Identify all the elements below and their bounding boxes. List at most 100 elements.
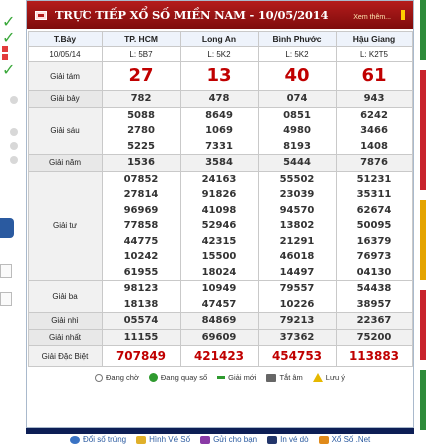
prize-number: 27 — [128, 65, 154, 86]
prize-cell: 454753 — [257, 345, 337, 367]
dot-icon — [10, 96, 18, 104]
prize-cell: 55502 23039 94570 13802 21291 46018 14497 — [257, 170, 337, 281]
prize-label: Giải nhì — [27, 312, 103, 330]
nav-label: Hình Vé Số — [149, 435, 191, 444]
prize-number: 707849 — [115, 349, 167, 363]
prize-number: 421423 — [193, 349, 245, 363]
prize-number: 79213 — [279, 315, 315, 326]
legend-label: Giải mới — [228, 373, 257, 382]
dot-icon — [10, 142, 18, 150]
prize-cell: 22367 — [335, 312, 413, 330]
spinning-icon — [148, 373, 158, 382]
check-icon: ✓ — [2, 28, 16, 47]
province-link-hcm[interactable]: TP. HCM — [101, 31, 181, 47]
prize-number: 13802 — [279, 220, 315, 231]
nav-check-numbers[interactable]: Đổi số trúng — [70, 435, 126, 444]
prize-number: 0851 — [283, 109, 311, 121]
prize-number: 62674 — [356, 204, 392, 216]
panel-header: TRỰC TIẾP XỔ SỐ MIỀN NAM - 10/05/2014 Xe… — [27, 1, 413, 29]
prize-row: Giải tám 27 13 40 61 — [27, 61, 413, 91]
prize-number: 69609 — [201, 331, 237, 343]
prize-number: 75200 — [356, 331, 392, 343]
ticket-code: L: K2T5 — [335, 46, 413, 62]
nav-label: Xổ Số .Net — [331, 435, 371, 444]
prize-number: 1069 — [205, 125, 233, 136]
prize-number: 454753 — [271, 349, 323, 363]
nav-send-friend[interactable]: Gửi cho bạn — [200, 435, 257, 444]
side-tab[interactable] — [0, 218, 14, 238]
screen-icon — [266, 373, 277, 382]
flag-icon — [35, 10, 47, 20]
province-link-longan[interactable]: Long An — [179, 31, 259, 47]
prize-cell: 11155 — [101, 328, 181, 346]
panel-title: TRỰC TIẾP XỔ SỐ MIỀN NAM - 10/05/2014 — [55, 8, 329, 22]
prize-cell: 75200 — [335, 328, 413, 346]
prize-number: 4980 — [283, 125, 311, 136]
prize-number: 37362 — [279, 331, 315, 343]
nav-print-ticket[interactable]: In vé dò — [267, 435, 309, 444]
mute-toggle[interactable]: Tắt âm — [266, 373, 303, 382]
prize-cell: 79213 — [257, 312, 337, 330]
globe-icon — [70, 435, 80, 444]
prize-number: 5225 — [127, 140, 155, 152]
prize-number: 07852 — [123, 173, 159, 185]
prize-number: 18138 — [123, 298, 159, 310]
prize-number: 15500 — [201, 251, 237, 262]
prize-row: Giải ba 98123 18138 10949 47457 79557 10226 544… — [27, 280, 413, 313]
prize-cell: 37362 — [257, 328, 337, 346]
prize-number: 05574 — [123, 315, 159, 326]
note-link[interactable]: Lưu ý — [312, 373, 345, 382]
prize-number: 47457 — [201, 298, 237, 310]
province-link-binhphuoc[interactable]: Bình Phước — [257, 31, 337, 47]
legend-label: Lưu ý — [325, 373, 345, 382]
warning-icon — [312, 373, 323, 382]
prize-cell: 074 — [257, 90, 337, 108]
more-link[interactable]: Xem thêm... — [353, 14, 391, 21]
legend-label: Đang quay số — [160, 373, 208, 382]
results-table: T.Bảy TP. HCM Long An Bình Phước Hậu Gia… — [27, 31, 413, 367]
left-page-edge: ✓ ✓ ✓ — [0, 0, 24, 445]
prize-number: 61 — [361, 65, 387, 86]
legend-item: Giải mới — [217, 373, 256, 382]
prize-number: 77858 — [123, 220, 159, 231]
side-input[interactable] — [0, 292, 12, 306]
prize-label: Giải tám — [27, 61, 103, 91]
prize-cell: 27 — [101, 61, 181, 91]
prize-number: 44775 — [123, 235, 159, 247]
prize-cell: 40 — [257, 61, 337, 91]
red-marker — [2, 46, 8, 52]
prize-number: 1536 — [127, 157, 155, 168]
prize-label: Giải sáu — [27, 106, 103, 155]
prize-cell: 1536 — [101, 154, 181, 172]
prize-number: 943 — [363, 93, 385, 104]
nav-site-link[interactable]: Xổ Số .Net — [318, 435, 371, 444]
prize-cell: 51231 35311 62674 50095 16379 76973 04130 — [335, 170, 413, 281]
prize-cell: 84869 — [179, 312, 259, 330]
prize-number: 38957 — [356, 298, 392, 310]
prize-cell: 24163 91826 41098 52946 42315 15500 18024 — [179, 170, 259, 281]
prize-cell: 61 — [335, 61, 413, 91]
prize-number: 16379 — [356, 235, 392, 247]
prize-cell: 113883 — [335, 345, 413, 367]
province-link-haugiang[interactable]: Hậu Giang — [335, 31, 413, 47]
prize-number: 18024 — [201, 266, 237, 278]
prize-label: Giải bảy — [27, 90, 103, 108]
prize-number: 22367 — [356, 315, 392, 326]
ticket-icon — [136, 435, 147, 444]
prize-label: Giải tư — [27, 170, 103, 281]
prize-number: 8193 — [283, 140, 311, 152]
nav-label: In vé dò — [280, 435, 309, 444]
prize-number: 10226 — [279, 298, 315, 310]
side-banner — [420, 200, 426, 280]
prize-number: 55502 — [279, 173, 315, 185]
legend-item: Đang chờ — [95, 373, 139, 382]
prize-number: 04130 — [356, 266, 392, 278]
bottom-nav: Đổi số trúng Hình Vé Số Gửi cho bạn In v… — [70, 435, 370, 444]
nav-ticket-images[interactable]: Hình Vé Số — [136, 435, 190, 444]
prize-number: 113883 — [348, 349, 400, 363]
prize-number: 6242 — [360, 109, 388, 121]
side-input[interactable] — [0, 264, 12, 278]
bookmark-icon — [401, 10, 405, 20]
prize-number: 27814 — [123, 189, 159, 200]
prize-label: Giải Đặc Biệt — [27, 345, 103, 367]
